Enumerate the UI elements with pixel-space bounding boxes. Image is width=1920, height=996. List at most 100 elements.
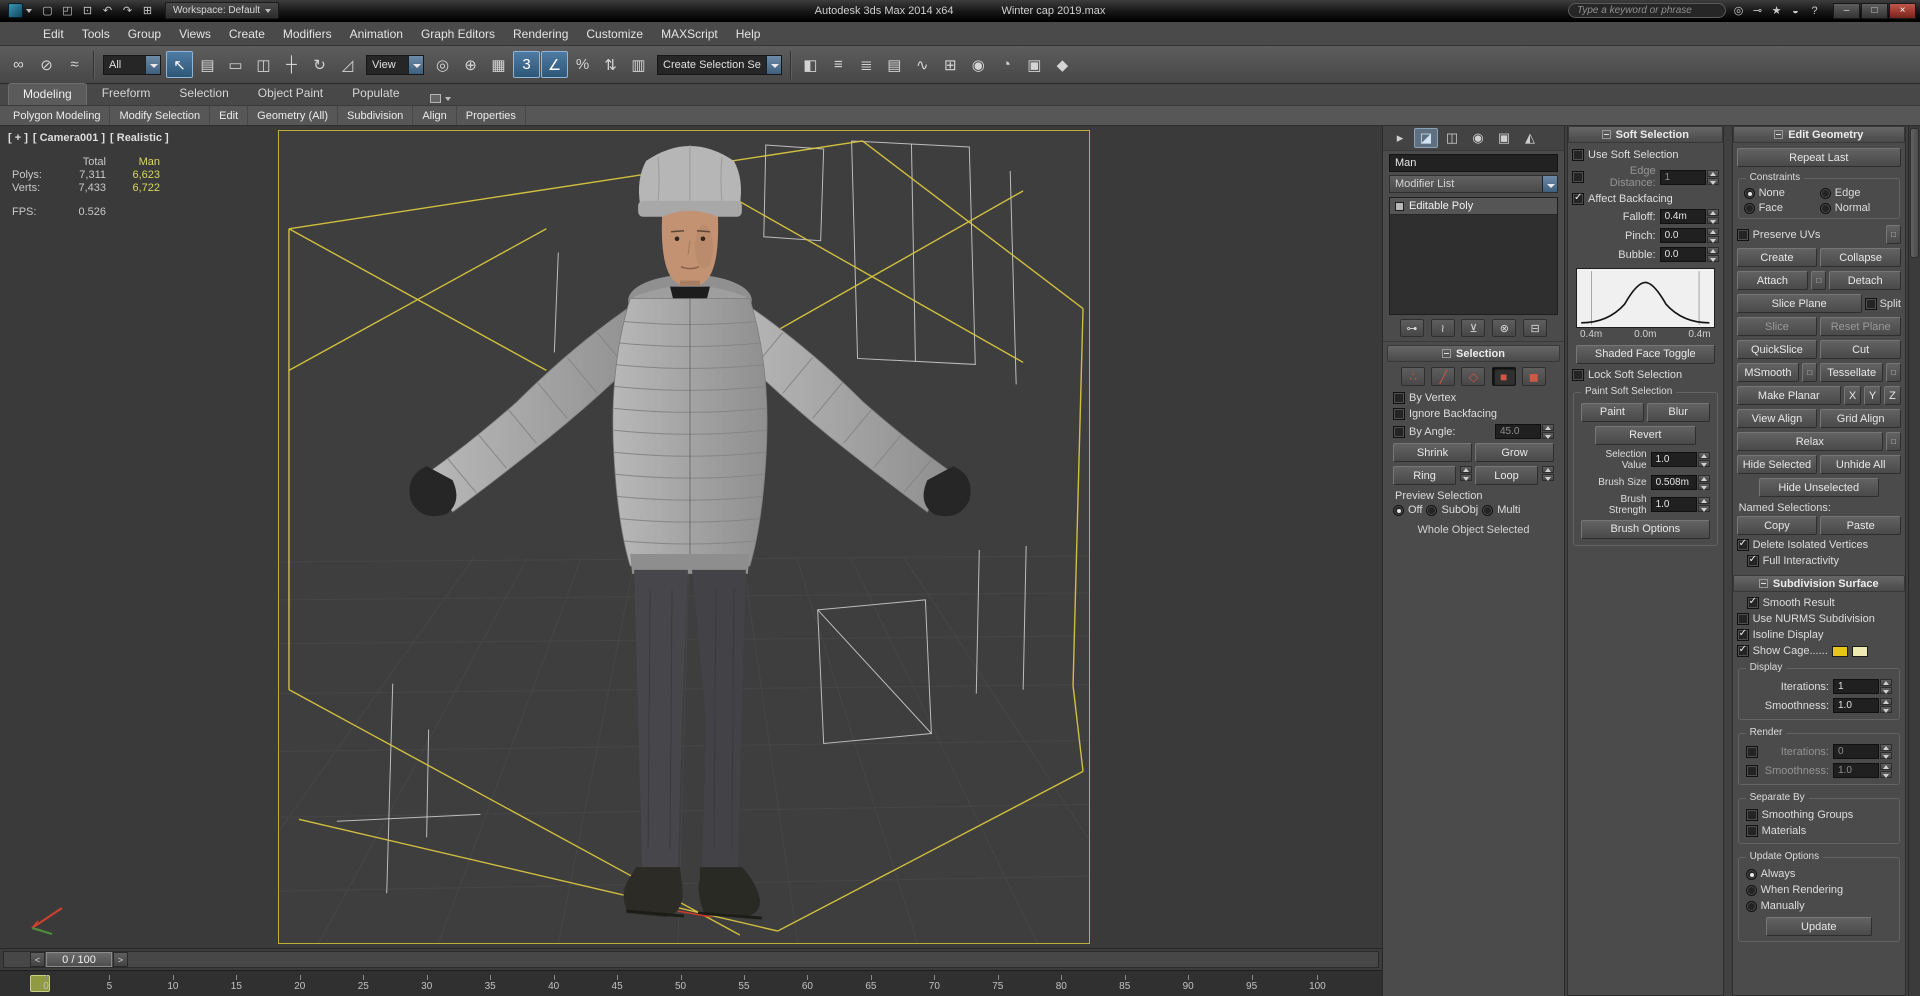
msmooth-button[interactable]: MSmooth — [1736, 363, 1800, 382]
ring-spinner[interactable] — [1460, 466, 1472, 485]
object-name-field[interactable]: Man — [1389, 154, 1558, 172]
relax-settings-icon[interactable]: □ — [1886, 432, 1901, 451]
open-file-icon[interactable]: ◰ — [58, 2, 77, 19]
delete-isolated-vertices-checkbox[interactable] — [1736, 538, 1749, 551]
preview-off-radio[interactable] — [1393, 504, 1404, 516]
chevron-down-icon[interactable] — [765, 55, 781, 74]
unlink-selection-icon[interactable]: ⊘ — [33, 51, 60, 78]
scrollbar-thumb[interactable] — [1910, 128, 1919, 258]
modifier-stack[interactable]: Editable Poly — [1389, 197, 1558, 315]
revert-button[interactable]: Revert — [1595, 425, 1696, 445]
named-selection-sets-dropdown[interactable]: Create Selection Se — [657, 54, 782, 75]
align-icon[interactable]: ≡ — [825, 51, 852, 78]
menu-customize[interactable]: Customize — [577, 23, 652, 45]
select-and-link-icon[interactable]: ∞ — [5, 51, 32, 78]
render-smoothness-spinner[interactable]: 1.0 — [1833, 763, 1892, 778]
render-production-icon[interactable]: ◆ — [1049, 51, 1076, 78]
preview-multi-radio[interactable] — [1482, 504, 1494, 516]
coordinate-system-dropdown[interactable]: View — [366, 54, 424, 75]
edge-distance-spinner[interactable]: 1 — [1659, 169, 1719, 185]
constraint-face-radio[interactable] — [1743, 202, 1755, 214]
lock-soft-selection-checkbox[interactable] — [1572, 368, 1584, 381]
preserve-uvs-settings-icon[interactable]: □ — [1886, 225, 1901, 244]
tessellate-button[interactable]: Tessellate — [1820, 363, 1884, 382]
menu-animation[interactable]: Animation — [341, 23, 412, 45]
update-button[interactable]: Update — [1765, 917, 1872, 936]
tab-freeform[interactable]: Freeform — [88, 83, 165, 105]
viewport-3d-scene[interactable] — [279, 131, 1089, 943]
menu-create[interactable]: Create — [220, 23, 274, 45]
keyboard-override-icon[interactable]: ▦ — [485, 51, 512, 78]
detach-button[interactable]: Detach — [1829, 271, 1902, 290]
reset-plane-button[interactable]: Reset Plane — [1820, 317, 1902, 336]
viewport-menu-pov[interactable]: [ Camera001 ] — [33, 132, 105, 144]
soft-selection-rollout-header[interactable]: Soft Selection — [1568, 126, 1723, 143]
border-icon[interactable]: ◇ — [1461, 367, 1486, 386]
tab-modeling[interactable]: Modeling — [8, 83, 87, 105]
create-tab-icon[interactable]: ▸ — [1388, 128, 1412, 148]
selection-region-icon[interactable]: ▭ — [222, 51, 249, 78]
display-iterations-spinner[interactable]: 1 — [1833, 679, 1892, 694]
slice-plane-button[interactable]: Slice Plane — [1736, 294, 1862, 313]
time-slider[interactable]: < 0 / 100 > — [0, 948, 1382, 970]
remove-modifier-icon[interactable]: ⊗ — [1492, 319, 1517, 337]
unhide-all-button[interactable]: Unhide All — [1820, 455, 1902, 474]
shaded-face-toggle-button[interactable]: Shaded Face Toggle — [1576, 344, 1715, 364]
configure-modifier-sets-icon[interactable]: ⊟ — [1523, 319, 1548, 337]
grow-button[interactable]: Grow — [1475, 443, 1554, 462]
by-angle-checkbox[interactable] — [1393, 425, 1405, 438]
mirror-icon[interactable]: ◧ — [797, 51, 824, 78]
stack-item-editable-poly[interactable]: Editable Poly — [1390, 198, 1557, 215]
hierarchy-tab-icon[interactable]: ◫ — [1440, 128, 1464, 148]
man-model[interactable] — [409, 144, 971, 920]
full-interactivity-checkbox[interactable] — [1746, 554, 1759, 567]
preview-subobj-radio[interactable] — [1426, 504, 1438, 516]
constraint-normal-radio[interactable] — [1819, 202, 1831, 214]
render-iterations-spinner[interactable]: 0 — [1833, 744, 1892, 759]
loop-button[interactable]: Loop — [1475, 466, 1538, 485]
curve-editor-icon[interactable]: ∿ — [909, 51, 936, 78]
update-manually-radio[interactable] — [1745, 900, 1757, 912]
camera-frame[interactable] — [278, 130, 1090, 944]
cage-selected-color-swatch[interactable] — [1851, 645, 1868, 657]
collapse-button[interactable]: Collapse — [1820, 248, 1902, 267]
redo-icon[interactable]: ↷ — [118, 2, 137, 19]
paint-button[interactable]: Paint — [1581, 402, 1644, 422]
view-align-button[interactable]: View Align — [1736, 409, 1818, 428]
menu-maxscript[interactable]: MAXScript — [652, 23, 727, 45]
selection-rollout-header[interactable]: Selection — [1387, 345, 1560, 362]
menu-graph-editors[interactable]: Graph Editors — [412, 23, 504, 45]
viewport[interactable]: [ + ] [ Camera001 ] [ Realistic ] Total M… — [0, 126, 1382, 948]
isoline-display-checkbox[interactable] — [1736, 628, 1749, 641]
time-slider-handle[interactable]: 0 / 100 — [46, 952, 112, 967]
slice-button[interactable]: Slice — [1736, 317, 1818, 336]
snaps-toggle-icon[interactable]: 3 — [513, 51, 540, 78]
affect-backfacing-checkbox[interactable] — [1572, 192, 1584, 205]
relax-button[interactable]: Relax — [1736, 432, 1883, 451]
next-frame-button[interactable]: > — [113, 952, 128, 967]
infocenter-search-icon[interactable]: ◎ — [1729, 2, 1748, 19]
ribbon-panel-properties[interactable]: Properties — [457, 106, 526, 125]
menu-tools[interactable]: Tools — [73, 23, 119, 45]
menu-rendering[interactable]: Rendering — [504, 23, 577, 45]
spinner-up[interactable] — [1542, 424, 1554, 431]
favorites-icon[interactable]: ★ — [1767, 2, 1786, 19]
planar-z-button[interactable]: Z — [1884, 386, 1901, 405]
modify-tab-icon[interactable]: ◪ — [1414, 128, 1438, 148]
render-iterations-checkbox[interactable] — [1745, 745, 1758, 758]
constraint-edge-radio[interactable] — [1819, 187, 1831, 199]
msmooth-settings-icon[interactable]: □ — [1802, 363, 1818, 382]
ribbon-panel-align[interactable]: Align — [413, 106, 457, 125]
brush-options-button[interactable]: Brush Options — [1581, 519, 1710, 539]
time-slider-track[interactable]: < 0 / 100 > — [3, 951, 1379, 968]
help-icon[interactable]: ? — [1805, 2, 1824, 19]
render-smoothness-checkbox[interactable] — [1745, 764, 1758, 777]
application-menu-button[interactable] — [4, 3, 36, 18]
update-always-radio[interactable] — [1745, 868, 1757, 880]
viewport-menu-shading[interactable]: [ Realistic ] — [110, 132, 169, 144]
tab-object-paint[interactable]: Object Paint — [244, 83, 337, 105]
cut-button[interactable]: Cut — [1820, 340, 1902, 359]
grid-align-button[interactable]: Grid Align — [1820, 409, 1902, 428]
make-planar-button[interactable]: Make Planar — [1736, 386, 1841, 405]
hide-selected-button[interactable]: Hide Selected — [1736, 455, 1818, 474]
